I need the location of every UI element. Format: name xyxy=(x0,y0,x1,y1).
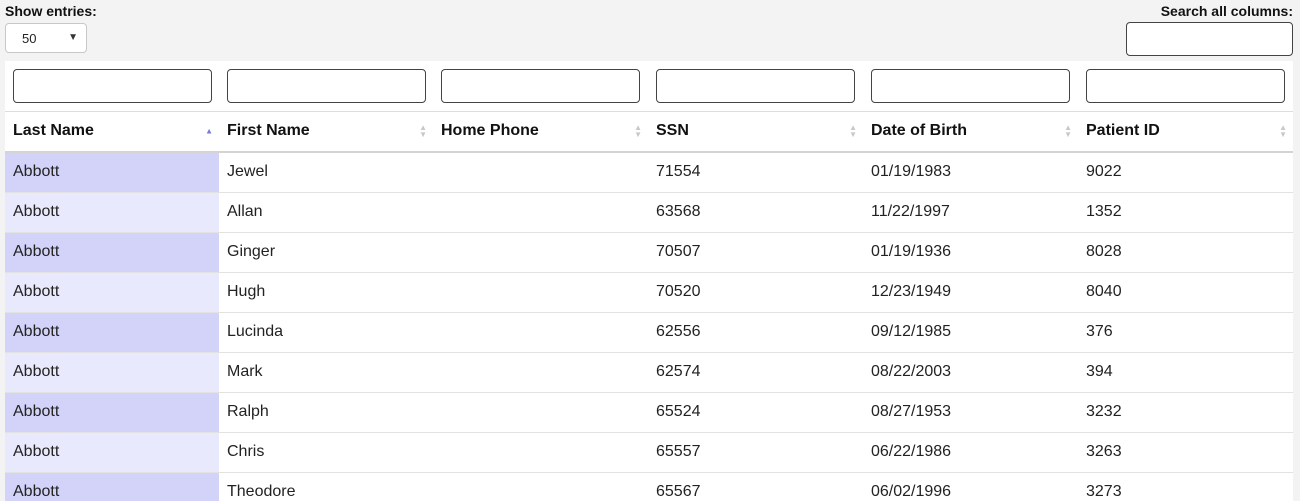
table-row[interactable]: Abbott Jewel 71554 01/19/1983 9022 xyxy=(5,151,1293,193)
cell-patient-id: 9022 xyxy=(1078,151,1293,193)
table-row[interactable]: Abbott Mark 62574 08/22/2003 394 xyxy=(5,352,1293,393)
table-row[interactable]: Abbott Lucinda 62556 09/12/1985 376 xyxy=(5,312,1293,353)
column-header-label: Home Phone xyxy=(441,122,539,139)
cell-ssn: 70520 xyxy=(648,272,863,313)
cell-date-of-birth: 11/22/1997 xyxy=(863,192,1078,233)
cell-date-of-birth: 12/23/1949 xyxy=(863,272,1078,313)
cell-home-phone xyxy=(433,151,648,193)
filter-first-name-input[interactable] xyxy=(227,68,426,103)
search-all-input[interactable] xyxy=(1126,22,1293,56)
cell-first-name: Jewel xyxy=(219,151,433,193)
column-header-last-name[interactable]: Last Name ▲ xyxy=(5,111,219,153)
filter-ssn-input[interactable] xyxy=(656,68,855,103)
cell-last-name: Abbott xyxy=(5,192,219,233)
table-row[interactable]: Abbott Ginger 70507 01/19/1936 8028 xyxy=(5,232,1293,273)
cell-ssn: 62556 xyxy=(648,312,863,353)
cell-first-name: Ginger xyxy=(219,232,433,273)
cell-date-of-birth: 01/19/1936 xyxy=(863,232,1078,273)
cell-ssn: 65524 xyxy=(648,392,863,433)
cell-ssn: 62574 xyxy=(648,352,863,393)
entries-select[interactable]: 50 ▼ xyxy=(5,23,87,53)
sort-icon: ▲ ▼ xyxy=(1064,123,1072,139)
cell-ssn: 70507 xyxy=(648,232,863,273)
column-header-label: Patient ID xyxy=(1086,122,1160,139)
cell-date-of-birth: 01/19/1983 xyxy=(863,151,1078,193)
cell-last-name: Abbott xyxy=(5,352,219,393)
cell-patient-id: 376 xyxy=(1078,312,1293,353)
table-row[interactable]: Abbott Ralph 65524 08/27/1953 3232 xyxy=(5,392,1293,433)
cell-ssn: 65567 xyxy=(648,472,863,501)
filter-date-of-birth-input[interactable] xyxy=(871,68,1070,103)
chevron-down-icon: ▼ xyxy=(68,32,78,43)
filter-last-name-input[interactable] xyxy=(13,68,212,103)
cell-date-of-birth: 06/22/1986 xyxy=(863,432,1078,473)
column-header-ssn[interactable]: SSN ▲ ▼ xyxy=(648,111,863,153)
cell-date-of-birth: 09/12/1985 xyxy=(863,312,1078,353)
cell-home-phone xyxy=(433,312,648,353)
cell-last-name: Abbott xyxy=(5,232,219,273)
column-filter-row xyxy=(5,61,1293,112)
cell-first-name: Allan xyxy=(219,192,433,233)
patient-table: Last Name ▲ First Name ▲ ▼ Home Phone ▲ ▼ SSN… xyxy=(5,61,1293,501)
column-header-label: Last Name xyxy=(13,122,94,139)
cell-last-name: Abbott xyxy=(5,312,219,353)
cell-home-phone xyxy=(433,232,648,273)
cell-date-of-birth: 08/27/1953 xyxy=(863,392,1078,433)
cell-last-name: Abbott xyxy=(5,432,219,473)
cell-first-name: Theodore xyxy=(219,472,433,501)
column-header-date-of-birth[interactable]: Date of Birth ▲ ▼ xyxy=(863,111,1078,153)
cell-last-name: Abbott xyxy=(5,392,219,433)
cell-home-phone xyxy=(433,272,648,313)
cell-first-name: Hugh xyxy=(219,272,433,313)
cell-first-name: Mark xyxy=(219,352,433,393)
cell-date-of-birth: 06/02/1996 xyxy=(863,472,1078,501)
cell-home-phone xyxy=(433,472,648,501)
cell-ssn: 63568 xyxy=(648,192,863,233)
table-row[interactable]: Abbott Hugh 70520 12/23/1949 8040 xyxy=(5,272,1293,313)
cell-patient-id: 8040 xyxy=(1078,272,1293,313)
data-table-container: Last Name ▲ First Name ▲ ▼ Home Phone ▲ ▼ SSN… xyxy=(5,61,1293,501)
sort-ascending-icon: ▲ xyxy=(205,126,213,136)
cell-ssn: 65557 xyxy=(648,432,863,473)
cell-patient-id: 3263 xyxy=(1078,432,1293,473)
sort-icon: ▲ ▼ xyxy=(1279,123,1287,139)
cell-last-name: Abbott xyxy=(5,472,219,501)
table-row[interactable]: Abbott Theodore 65567 06/02/1996 3273 xyxy=(5,472,1293,501)
column-header-first-name[interactable]: First Name ▲ ▼ xyxy=(219,111,433,153)
cell-last-name: Abbott xyxy=(5,272,219,313)
cell-last-name: Abbott xyxy=(5,151,219,193)
entries-select-value: 50 xyxy=(22,30,37,46)
cell-date-of-birth: 08/22/2003 xyxy=(863,352,1078,393)
cell-first-name: Ralph xyxy=(219,392,433,433)
cell-ssn: 71554 xyxy=(648,151,863,193)
table-row[interactable]: Abbott Allan 63568 11/22/1997 1352 xyxy=(5,192,1293,233)
filter-patient-id-input[interactable] xyxy=(1086,68,1285,103)
cell-home-phone xyxy=(433,352,648,393)
cell-patient-id: 8028 xyxy=(1078,232,1293,273)
cell-patient-id: 394 xyxy=(1078,352,1293,393)
table-row[interactable]: Abbott Chris 65557 06/22/1986 3263 xyxy=(5,432,1293,473)
filter-home-phone-input[interactable] xyxy=(441,68,640,103)
column-header-label: SSN xyxy=(656,122,689,139)
cell-home-phone xyxy=(433,392,648,433)
column-header-home-phone[interactable]: Home Phone ▲ ▼ xyxy=(433,111,648,153)
cell-patient-id: 3232 xyxy=(1078,392,1293,433)
cell-first-name: Chris xyxy=(219,432,433,473)
cell-patient-id: 3273 xyxy=(1078,472,1293,501)
column-header-patient-id[interactable]: Patient ID ▲ ▼ xyxy=(1078,111,1293,153)
column-header-label: First Name xyxy=(227,122,310,139)
search-all-label: Search all columns: xyxy=(1160,3,1293,19)
cell-patient-id: 1352 xyxy=(1078,192,1293,233)
column-header-label: Date of Birth xyxy=(871,122,967,139)
sort-icon: ▲ ▼ xyxy=(849,123,857,139)
cell-first-name: Lucinda xyxy=(219,312,433,353)
sort-icon: ▲ ▼ xyxy=(634,123,642,139)
cell-home-phone xyxy=(433,432,648,473)
cell-home-phone xyxy=(433,192,648,233)
show-entries-label: Show entries: xyxy=(5,3,97,19)
sort-icon: ▲ ▼ xyxy=(419,123,427,139)
header-row: Last Name ▲ First Name ▲ ▼ Home Phone ▲ ▼ SSN… xyxy=(5,111,1293,153)
table-body: Abbott Jewel 71554 01/19/1983 9022 Abbot… xyxy=(5,151,1293,501)
